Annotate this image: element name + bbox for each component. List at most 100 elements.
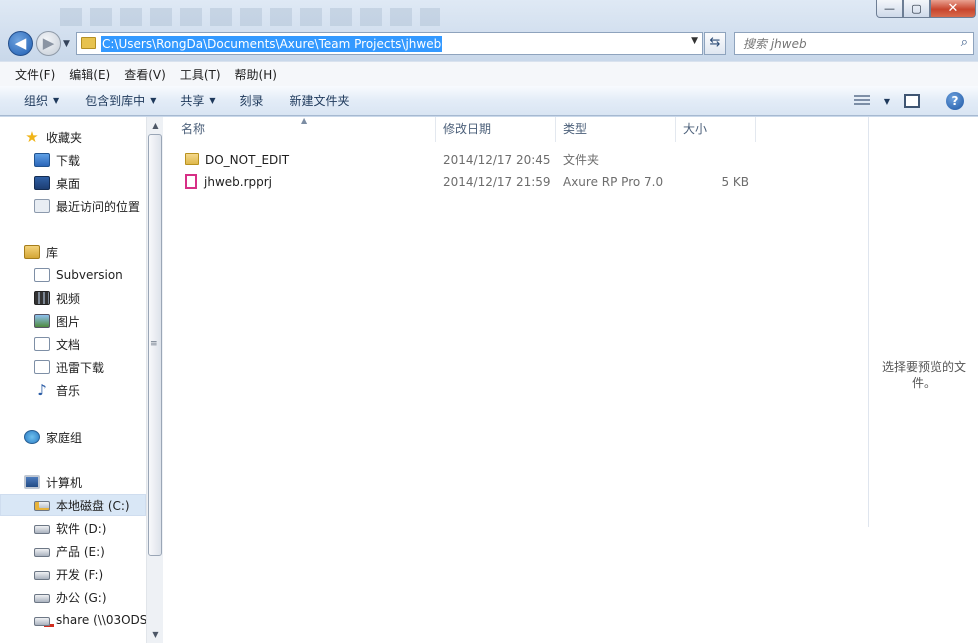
sidebar-item-homegroup[interactable]: 家庭组: [0, 426, 146, 448]
navigation-pane-scrollbar[interactable]: ▲ ≡ ▼: [146, 117, 163, 643]
close-button[interactable]: ✕: [930, 0, 976, 18]
chevron-down-icon: ▼: [53, 96, 60, 105]
menu-view[interactable]: 查看(V): [117, 66, 173, 83]
document-icon: [34, 337, 50, 351]
column-header-name[interactable]: ▲ 名称: [163, 116, 436, 142]
column-header-size[interactable]: 大小: [676, 117, 756, 142]
sidebar-item-label: 本地磁盘 (C:): [56, 498, 130, 513]
menu-edit[interactable]: 编辑(E): [62, 66, 117, 83]
sidebar-item-drive-c[interactable]: 本地磁盘 (C:): [0, 494, 146, 516]
preview-pane-icon[interactable]: [904, 94, 920, 108]
column-header-label: 大小: [683, 122, 708, 136]
system-drive-icon: [34, 501, 50, 511]
sidebar-item-videos[interactable]: 视频: [0, 287, 146, 309]
sidebar-item-drive-g[interactable]: 办公 (G:): [0, 586, 146, 608]
sidebar-item-thunder-downloads[interactable]: 迅雷下载: [0, 356, 146, 378]
sidebar-item-music[interactable]: ♪ 音乐: [0, 379, 146, 401]
help-icon[interactable]: ?: [946, 92, 964, 110]
change-view-icon[interactable]: [853, 95, 870, 107]
search-input[interactable]: [735, 33, 945, 54]
column-header-label: 类型: [563, 122, 588, 136]
sidebar-item-recent-places[interactable]: 最近访问的位置: [0, 195, 146, 217]
video-icon: [34, 291, 50, 305]
chevron-down-icon[interactable]: ▼: [691, 36, 698, 46]
preview-message: 选择要预览的文件。: [881, 360, 966, 390]
sidebar-item-pictures[interactable]: 图片: [0, 310, 146, 332]
include-in-library-label: 包含到库中: [85, 94, 146, 108]
scroll-down-arrow[interactable]: ▼: [147, 626, 164, 643]
include-in-library-button[interactable]: 包含到库中 ▼: [75, 92, 166, 109]
sidebar-item-computer[interactable]: 计算机: [0, 471, 146, 493]
computer-icon: [24, 475, 40, 489]
new-folder-label: 新建文件夹: [289, 94, 350, 108]
scroll-up-arrow[interactable]: ▲: [147, 117, 164, 134]
file-name: jhweb.rpprj: [204, 175, 273, 189]
sidebar-item-favorites[interactable]: ★ 收藏夹: [0, 126, 146, 148]
downloads-folder-icon: [34, 153, 50, 167]
back-button[interactable]: ◀: [8, 31, 33, 56]
music-note-icon: ♪: [37, 381, 47, 399]
minimize-button[interactable]: —: [876, 0, 903, 18]
refresh-button[interactable]: ⇆: [704, 32, 726, 55]
drive-icon: [34, 594, 50, 603]
file-row[interactable]: DO_NOT_EDIT 2014/12/17 20:45 文件夹: [163, 149, 868, 171]
menu-tools[interactable]: 工具(T): [173, 66, 228, 83]
sidebar-item-label: 软件 (D:): [56, 521, 107, 536]
sidebar-item-documents[interactable]: 文档: [0, 333, 146, 355]
picture-icon: [34, 314, 50, 328]
file-name: DO_NOT_EDIT: [205, 153, 290, 167]
sort-ascending-icon: ▲: [301, 116, 308, 125]
sidebar-item-downloads[interactable]: 下载: [0, 149, 146, 171]
sidebar-item-label: 库: [46, 245, 59, 260]
file-size: 5 KB: [721, 175, 749, 189]
menu-help[interactable]: 帮助(H): [228, 66, 284, 83]
column-header-modified[interactable]: 修改日期: [436, 117, 556, 142]
sidebar-item-subversion[interactable]: Subversion: [0, 264, 146, 286]
file-name-cell[interactable]: DO_NOT_EDIT: [185, 149, 289, 171]
title-bar-reflection: [60, 8, 440, 26]
menu-bar: 文件(F) 编辑(E) 查看(V) 工具(T) 帮助(H): [0, 61, 978, 86]
organize-label: 组织: [24, 94, 49, 108]
address-path[interactable]: C:\Users\RongDa\Documents\Axure\Team Pro…: [101, 36, 443, 52]
preview-pane: 选择要预览的文件。: [868, 117, 978, 527]
sidebar-item-label: 计算机: [46, 475, 83, 490]
sidebar-item-drive-e[interactable]: 产品 (E:): [0, 540, 146, 562]
sidebar-item-label: 桌面: [56, 176, 81, 191]
sidebar-item-drive-f[interactable]: 开发 (F:): [0, 563, 146, 585]
content-area: ★ 收藏夹 下载 桌面 最近访问的位置 库 Subversion 视频 图片 文…: [0, 116, 978, 643]
column-header-type[interactable]: 类型: [556, 117, 676, 142]
drive-icon: [34, 525, 50, 534]
burn-button[interactable]: 刻录: [230, 92, 274, 109]
share-button[interactable]: 共享 ▼: [170, 92, 225, 109]
menu-file[interactable]: 文件(F): [8, 66, 62, 83]
file-row[interactable]: jhweb.rpprj 2014/12/17 21:59 Axure RP Pr…: [163, 171, 868, 193]
navigation-bar: ◀ ▶ ▼ C:\Users\RongDa\Documents\Axure\Te…: [0, 28, 978, 60]
forward-button[interactable]: ▶: [36, 31, 61, 56]
sidebar-item-label: 家庭组: [46, 430, 83, 445]
address-bar[interactable]: C:\Users\RongDa\Documents\Axure\Team Pro…: [76, 32, 703, 55]
search-icon[interactable]: ⌕: [961, 35, 968, 50]
sidebar-item-label: 产品 (E:): [56, 544, 105, 559]
drive-icon: [34, 548, 50, 557]
organize-button[interactable]: 组织 ▼: [14, 92, 69, 109]
sidebar-item-desktop[interactable]: 桌面: [0, 172, 146, 194]
sidebar-item-libraries[interactable]: 库: [0, 241, 146, 263]
chevron-down-icon: ▼: [209, 96, 216, 105]
sidebar-item-label: 迅雷下载: [56, 360, 105, 375]
new-folder-button[interactable]: 新建文件夹: [280, 92, 360, 109]
sidebar-item-network-share[interactable]: share (\\03ODS: [0, 609, 146, 631]
file-list: ▲ 名称 修改日期 类型 大小 DO_NOT_EDIT 2014/12/17 2…: [163, 116, 868, 643]
file-modified: 2014/12/17 20:45: [443, 153, 551, 167]
search-box[interactable]: ⌕: [734, 32, 974, 55]
view-options-dropdown[interactable]: ▼: [884, 97, 890, 106]
maximize-button[interactable]: ▢: [903, 0, 930, 18]
document-icon: [34, 268, 50, 282]
title-bar: — ▢ ✕: [0, 0, 978, 28]
sidebar-item-label: 开发 (F:): [56, 567, 104, 582]
sidebar-item-label: 图片: [56, 314, 81, 329]
sidebar-item-label: 收藏夹: [46, 130, 83, 145]
file-name-cell[interactable]: jhweb.rpprj: [185, 171, 272, 193]
recent-pages-dropdown[interactable]: ▼: [63, 39, 70, 49]
sidebar-item-drive-d[interactable]: 软件 (D:): [0, 517, 146, 539]
file-modified: 2014/12/17 21:59: [443, 175, 551, 189]
